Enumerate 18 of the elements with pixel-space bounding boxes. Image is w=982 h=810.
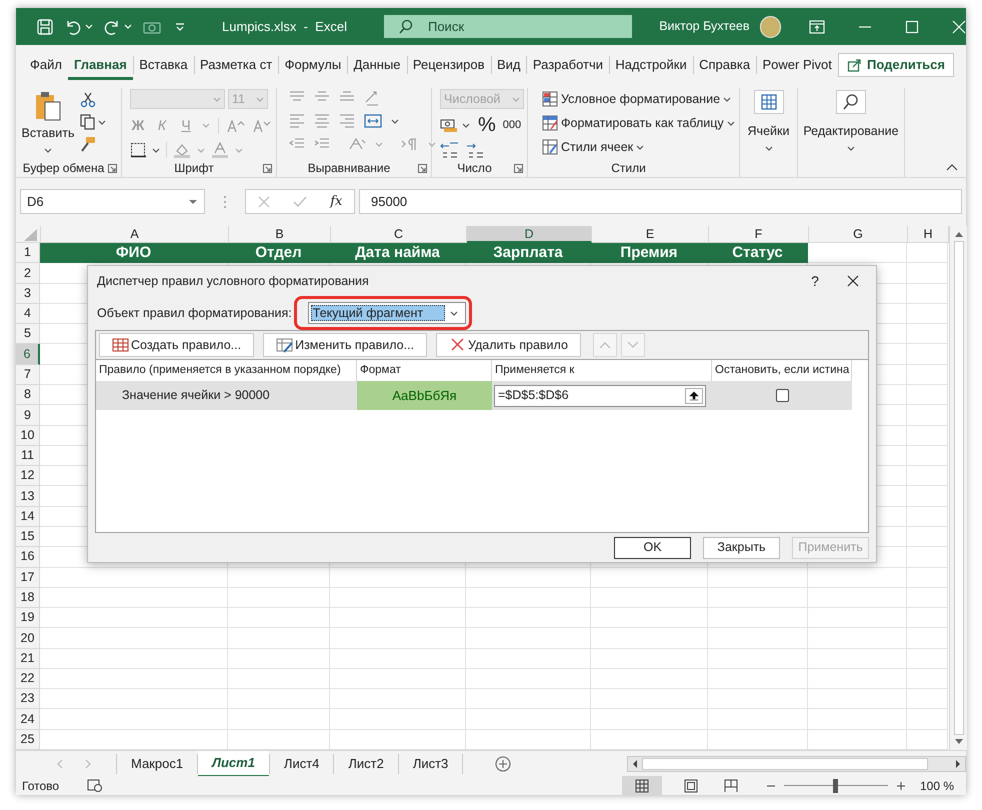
header-cell: Премия — [591, 243, 708, 264]
group-label: Буфер обмена — [22, 160, 104, 177]
dialog-title: Диспетчер правил условного форматирования — [97, 272, 369, 290]
header-cell: ФИО — [40, 243, 228, 264]
group-label: Стили — [611, 160, 646, 177]
scope-label: Объект правил форматирования: — [97, 304, 292, 322]
header-cell: Зарплата — [466, 243, 591, 264]
group-label: Число — [457, 160, 492, 177]
rule-description: Значение ячейки > 90000 — [121, 387, 271, 404]
header-cell: Отдел — [228, 243, 330, 264]
window-title: Lumpics.xlsx - Excel — [222, 18, 347, 36]
user-name: Виктор Бухтеев — [659, 18, 750, 36]
format-preview: AaBbБбЯя — [357, 381, 492, 410]
group-label: Шрифт — [174, 160, 214, 177]
header-cell: Дата найма — [330, 243, 466, 264]
group-label: Выравнивание — [308, 160, 390, 177]
header-cell: Статус — [708, 243, 808, 264]
status-text: Готово — [22, 778, 60, 794]
